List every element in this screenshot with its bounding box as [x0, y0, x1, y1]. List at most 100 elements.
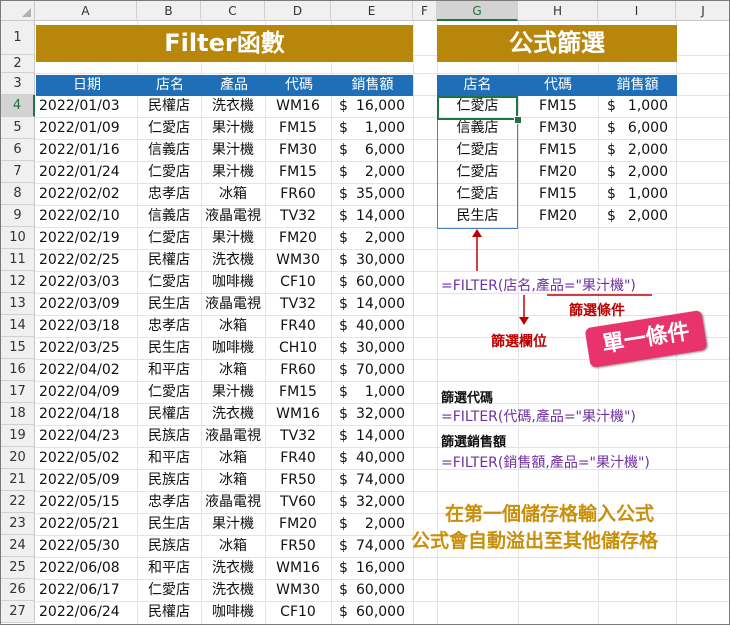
product-cell[interactable]: 果汁機 [201, 513, 265, 535]
date-cell[interactable]: 2022/02/02 [39, 183, 135, 205]
product-cell[interactable]: 液晶電視 [201, 491, 265, 513]
row-header-3[interactable]: 3 [1, 73, 35, 95]
product-cell[interactable]: 咖啡機 [201, 271, 265, 293]
product-cell[interactable]: 冰箱 [201, 469, 265, 491]
product-cell[interactable]: 洗衣機 [201, 403, 265, 425]
spill-currency-cell[interactable]: $ [607, 139, 621, 161]
store-cell[interactable]: 仁愛店 [137, 227, 201, 249]
column-header-j[interactable]: J [676, 1, 729, 21]
store-cell[interactable]: 民權店 [137, 403, 201, 425]
store-cell[interactable]: 信義店 [137, 205, 201, 227]
amount-cell[interactable]: 60,000 [353, 271, 405, 293]
date-cell[interactable]: 2022/05/21 [39, 513, 135, 535]
column-header-a[interactable]: A [35, 1, 137, 21]
row-header-24[interactable]: 24 [1, 535, 35, 557]
code-cell[interactable]: WM30 [265, 579, 331, 601]
spill-amount-cell[interactable]: 1,000 [621, 95, 668, 117]
store-cell[interactable]: 仁愛店 [137, 381, 201, 403]
code-cell[interactable]: FM15 [265, 117, 331, 139]
row-header-8[interactable]: 8 [1, 183, 35, 205]
spill-currency-cell[interactable]: $ [607, 95, 621, 117]
currency-cell[interactable]: $ [339, 249, 353, 271]
column-header-i[interactable]: I [598, 1, 676, 21]
date-cell[interactable]: 2022/06/24 [39, 601, 135, 623]
date-cell[interactable]: 2022/02/10 [39, 205, 135, 227]
amount-cell[interactable]: 35,000 [353, 183, 405, 205]
store-cell[interactable]: 民權店 [137, 601, 201, 623]
spill-currency-cell[interactable]: $ [607, 183, 621, 205]
currency-cell[interactable]: $ [339, 161, 353, 183]
store-cell[interactable]: 民權店 [137, 249, 201, 271]
currency-cell[interactable]: $ [339, 183, 353, 205]
code-cell[interactable]: TV32 [265, 293, 331, 315]
currency-cell[interactable]: $ [339, 315, 353, 337]
spill-currency-cell[interactable]: $ [607, 117, 621, 139]
row-header-12[interactable]: 12 [1, 271, 35, 293]
store-cell[interactable]: 民族店 [137, 469, 201, 491]
code-cell[interactable]: WM16 [265, 557, 331, 579]
currency-cell[interactable]: $ [339, 513, 353, 535]
date-cell[interactable]: 2022/05/30 [39, 535, 135, 557]
product-cell[interactable]: 咖啡機 [201, 601, 265, 623]
spill-amount-cell[interactable]: 1,000 [621, 183, 668, 205]
code-cell[interactable]: CF10 [265, 271, 331, 293]
product-cell[interactable]: 果汁機 [201, 161, 265, 183]
code-cell[interactable]: FM15 [265, 161, 331, 183]
spill-code-cell[interactable]: FM20 [518, 161, 598, 183]
spill-amount-cell[interactable]: 2,000 [621, 205, 668, 227]
amount-cell[interactable]: 32,000 [353, 403, 405, 425]
currency-cell[interactable]: $ [339, 227, 353, 249]
product-cell[interactable]: 冰箱 [201, 447, 265, 469]
currency-cell[interactable]: $ [339, 117, 353, 139]
column-header-g[interactable]: G [437, 1, 518, 21]
amount-cell[interactable]: 30,000 [353, 249, 405, 271]
code-cell[interactable]: FM20 [265, 227, 331, 249]
row-header-16[interactable]: 16 [1, 359, 35, 381]
row-header-17[interactable]: 17 [1, 381, 35, 403]
date-cell[interactable]: 2022/05/02 [39, 447, 135, 469]
product-cell[interactable]: 果汁機 [201, 227, 265, 249]
amount-cell[interactable]: 40,000 [353, 315, 405, 337]
row-header-2[interactable]: 2 [1, 55, 35, 73]
store-cell[interactable]: 和平店 [137, 447, 201, 469]
amount-cell[interactable]: 32,000 [353, 491, 405, 513]
currency-cell[interactable]: $ [339, 447, 353, 469]
store-cell[interactable]: 仁愛店 [137, 579, 201, 601]
currency-cell[interactable]: $ [339, 337, 353, 359]
currency-cell[interactable]: $ [339, 95, 353, 117]
currency-cell[interactable]: $ [339, 205, 353, 227]
currency-cell[interactable]: $ [339, 535, 353, 557]
amount-cell[interactable]: 2,000 [353, 227, 405, 249]
date-cell[interactable]: 2022/04/09 [39, 381, 135, 403]
row-header-27[interactable]: 27 [1, 601, 35, 623]
amount-cell[interactable]: 60,000 [353, 601, 405, 623]
currency-cell[interactable]: $ [339, 139, 353, 161]
spill-code-cell[interactable]: FM15 [518, 95, 598, 117]
code-cell[interactable]: FR60 [265, 359, 331, 381]
row-header-25[interactable]: 25 [1, 557, 35, 579]
amount-cell[interactable]: 2,000 [353, 161, 405, 183]
currency-cell[interactable]: $ [339, 469, 353, 491]
amount-cell[interactable]: 16,000 [353, 557, 405, 579]
store-cell[interactable]: 仁愛店 [137, 271, 201, 293]
date-cell[interactable]: 2022/05/09 [39, 469, 135, 491]
row-header-10[interactable]: 10 [1, 227, 35, 249]
amount-cell[interactable]: 1,000 [353, 117, 405, 139]
product-cell[interactable]: 洗衣機 [201, 557, 265, 579]
row-header-5[interactable]: 5 [1, 117, 35, 139]
currency-cell[interactable]: $ [339, 359, 353, 381]
column-header-c[interactable]: C [201, 1, 265, 21]
date-cell[interactable]: 2022/01/24 [39, 161, 135, 183]
spill-code-cell[interactable]: FM30 [518, 117, 598, 139]
code-cell[interactable]: TV32 [265, 425, 331, 447]
code-cell[interactable]: TV60 [265, 491, 331, 513]
date-cell[interactable]: 2022/03/03 [39, 271, 135, 293]
date-cell[interactable]: 2022/06/08 [39, 557, 135, 579]
amount-cell[interactable]: 30,000 [353, 337, 405, 359]
currency-cell[interactable]: $ [339, 271, 353, 293]
date-cell[interactable]: 2022/06/17 [39, 579, 135, 601]
product-cell[interactable]: 液晶電視 [201, 425, 265, 447]
amount-cell[interactable]: 60,000 [353, 579, 405, 601]
product-cell[interactable]: 咖啡機 [201, 337, 265, 359]
column-header-d[interactable]: D [265, 1, 331, 21]
